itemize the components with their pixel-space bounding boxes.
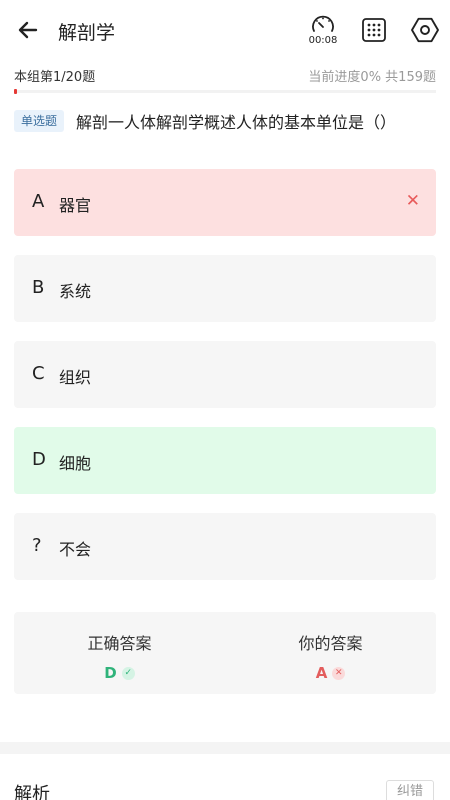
section-divider [0,742,450,754]
question-text: 解剖一人体解剖学概述人体的基本单位是（） [76,113,397,132]
timer-text: 00:08 [308,35,338,46]
option-unknown[interactable]: ? 不会 [14,513,436,580]
page-title: 解剖学 [58,22,116,44]
timer-button[interactable]: 00:08 [306,14,340,48]
answer-summary-card: 正确答案 D ✓ 你的答案 A ✕ [14,612,436,694]
your-answer-column: 你的答案 A ✕ [225,630,436,682]
option-d[interactable]: D 细胞 [14,427,436,494]
option-letter: A [32,191,45,212]
timer-gauge-icon [312,15,334,32]
your-answer-value: A [315,664,328,682]
correct-answer-label: 正确答案 [87,634,152,653]
back-arrow-icon [18,21,38,39]
option-letter: D [32,449,46,470]
back-button[interactable] [12,14,44,46]
option-letter: ? [32,535,42,556]
option-text: 细胞 [59,454,92,473]
correct-answer-value: D [104,664,117,682]
option-a[interactable]: A 器官 ✕ [14,169,436,236]
settings-button[interactable] [410,15,440,45]
progress-bar [14,89,436,94]
answer-sheet-button[interactable] [360,16,388,44]
option-b[interactable]: B 系统 [14,255,436,322]
option-text: 系统 [59,282,92,301]
close-icon: ✕ [332,666,346,680]
answer-grid-icon [362,18,386,42]
option-letter: C [32,363,45,384]
option-c[interactable]: C 组织 [14,341,436,408]
question-type-badge: 单选题 [14,110,65,132]
option-letter: B [32,277,45,298]
group-progress-label: 本组第1/20题 [14,70,96,85]
progress-row: 本组第1/20题 当前进度0% 共159题 [14,64,436,86]
app-header: 解剖学 00:08 [0,0,450,60]
settings-hexagon-icon [411,17,439,43]
option-text: 不会 [59,540,92,559]
your-answer-label: 你的答案 [298,634,363,653]
analysis-heading: 解析 [14,784,50,800]
option-text: 组织 [59,368,92,387]
overall-progress-text: 当前进度0% 共159题 [308,70,436,85]
progress-bar-marker [14,89,17,94]
check-icon: ✓ [121,666,135,680]
report-error-button[interactable]: 纠错 [386,780,434,800]
close-icon: ✕ [405,191,420,211]
option-text: 器官 [59,196,92,215]
correct-answer-column: 正确答案 D ✓ [14,630,225,682]
